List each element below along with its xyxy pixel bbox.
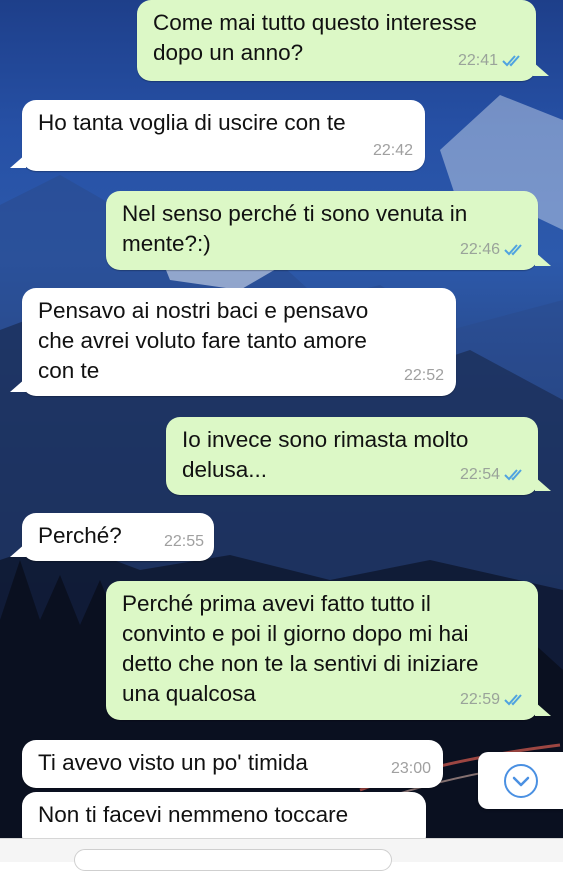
message-meta: 23:00 <box>391 754 431 784</box>
message-bubble-incoming[interactable]: Ho tanta voglia di uscire con te 22:42 <box>22 100 425 171</box>
message-meta: 22:42 <box>373 136 413 166</box>
message-bubble-incoming[interactable]: Pensavo ai nostri baci e pensavo che avr… <box>22 288 456 396</box>
message-meta: 22:55 <box>164 527 204 557</box>
message-text: Ti avevo visto un po' timida <box>38 750 308 775</box>
bubble-tail <box>10 378 26 392</box>
message-meta: 22:41 <box>458 46 524 76</box>
message-meta: 22:54 <box>460 460 526 490</box>
message-bubble-outgoing[interactable]: Nel senso perché ti sono venuta in mente… <box>106 191 538 270</box>
double-check-icon <box>504 244 522 256</box>
double-check-icon <box>502 55 520 67</box>
bubble-tail <box>535 477 551 491</box>
message-bubble-outgoing[interactable]: Io invece sono rimasta molto delusa... 2… <box>166 417 538 495</box>
message-text: Pensavo ai nostri baci e pensavo che avr… <box>38 298 369 383</box>
message-time: 22:41 <box>457 52 498 69</box>
chevron-down-icon <box>503 763 538 798</box>
message-time: 22:46 <box>459 241 500 258</box>
scroll-to-bottom-button[interactable] <box>478 752 563 809</box>
bubble-tail <box>10 154 26 168</box>
message-meta: 22:59 <box>460 685 526 715</box>
double-check-icon <box>504 469 522 481</box>
message-text: Ho tanta voglia di uscire con te <box>38 110 346 135</box>
message-time: 22:59 <box>459 691 500 708</box>
message-time: 22:52 <box>403 367 444 384</box>
message-bubble-outgoing[interactable]: Come mai tutto questo interesse dopo un … <box>137 0 536 81</box>
bubble-tail <box>10 543 26 557</box>
bubble-tail <box>533 62 549 76</box>
bubble-tail <box>535 702 551 716</box>
bubble-tail <box>535 252 551 266</box>
message-bubble-outgoing[interactable]: Perché prima avevi fatto tutto il convin… <box>106 581 538 720</box>
message-meta: 22:46 <box>460 235 526 265</box>
message-input[interactable] <box>74 849 392 871</box>
message-meta: 22:52 <box>404 361 444 391</box>
message-text: Non ti facevi nemmeno toccare <box>38 802 349 827</box>
message-bubble-incoming[interactable]: Ti avevo visto un po' timida 23:00 <box>22 740 443 788</box>
double-check-icon <box>504 694 522 706</box>
message-bubble-incoming[interactable]: Perché? 22:55 <box>22 513 214 561</box>
message-time: 23:00 <box>390 760 431 777</box>
message-time: 22:42 <box>372 142 413 159</box>
message-time: 22:54 <box>459 466 500 483</box>
message-time: 22:55 <box>163 533 204 550</box>
